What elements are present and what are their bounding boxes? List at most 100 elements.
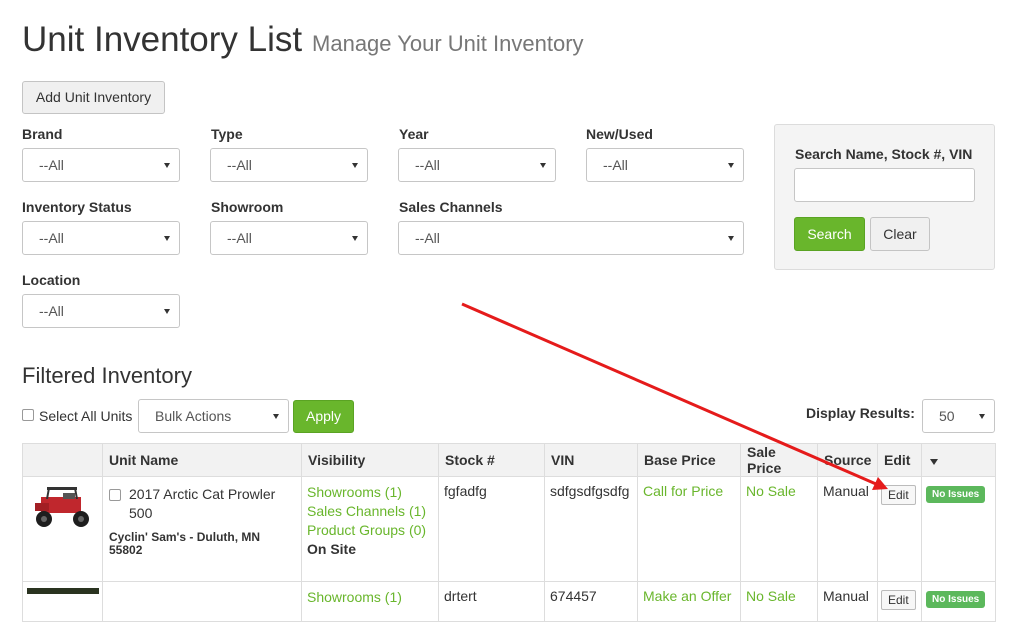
- caret-down-icon: [540, 163, 546, 168]
- unit-name-cell: 2017 Arctic Cat Prowler 500 Cyclin' Sam'…: [102, 476, 302, 582]
- status-badge: No Issues: [926, 591, 986, 608]
- search-input[interactable]: [794, 168, 975, 202]
- page-header: Unit Inventory List Manage Your Unit Inv…: [22, 20, 584, 60]
- apply-button[interactable]: Apply: [293, 400, 354, 433]
- sales-channels-select-value: --All: [415, 230, 440, 246]
- showroom-select-value: --All: [227, 230, 252, 246]
- caret-down-icon: [164, 309, 170, 314]
- source-cell: Manual: [817, 581, 878, 622]
- sales-channels-link[interactable]: Sales Channels (1): [307, 502, 433, 521]
- location-select-value: --All: [39, 303, 64, 319]
- display-results-label: Display Results:: [806, 405, 915, 421]
- base-price-cell: Call for Price: [637, 476, 741, 582]
- dealer-location: Cyclin' Sam's - Duluth, MN 55802: [109, 530, 261, 557]
- type-select-value: --All: [227, 157, 252, 173]
- brand-select-value: --All: [39, 157, 64, 173]
- base-price-header[interactable]: Base Price: [637, 443, 741, 477]
- product-groups-link[interactable]: Product Groups (0): [307, 521, 433, 540]
- unit-status: On Site: [307, 541, 357, 557]
- inventory-status-select-value: --All: [39, 230, 64, 246]
- year-select-value: --All: [415, 157, 440, 173]
- visibility-header[interactable]: Visibility: [301, 443, 439, 477]
- edit-header: Edit: [877, 443, 922, 477]
- inventory-status-select[interactable]: --All: [22, 221, 180, 255]
- type-select[interactable]: --All: [210, 148, 368, 182]
- source-cell: Manual: [817, 476, 878, 582]
- new-used-select[interactable]: --All: [586, 148, 744, 182]
- location-select[interactable]: --All: [22, 294, 180, 328]
- bulk-actions-select[interactable]: Bulk Actions: [138, 399, 289, 433]
- base-price-cell: Make an Offer: [637, 581, 741, 622]
- thumbnail-cell: [22, 476, 103, 582]
- select-all-checkbox[interactable]: [22, 409, 34, 421]
- vin-cell: sdfgsdfgsdfg: [544, 476, 638, 582]
- unit-name-header[interactable]: Unit Name: [102, 443, 302, 477]
- search-panel: Search Name, Stock #, VIN Search Clear: [774, 124, 995, 270]
- filtered-inventory-title: Filtered Inventory: [22, 363, 192, 388]
- vin-header[interactable]: VIN: [544, 443, 638, 477]
- clear-button[interactable]: Clear: [870, 217, 930, 251]
- search-label: Search Name, Stock #, VIN: [795, 146, 973, 162]
- table-row: 2017 Arctic Cat Prowler 500 Cyclin' Sam'…: [22, 476, 996, 582]
- showrooms-link[interactable]: Showrooms (1): [307, 483, 433, 502]
- showrooms-link[interactable]: Showrooms (1): [307, 588, 433, 607]
- caret-down-icon: [352, 163, 358, 168]
- year-select[interactable]: --All: [398, 148, 556, 182]
- edit-cell: Edit: [877, 476, 922, 582]
- edit-button[interactable]: Edit: [881, 485, 916, 505]
- caret-down-icon: [352, 236, 358, 241]
- inventory-status-label: Inventory Status: [22, 199, 132, 215]
- vin-cell: 674457: [544, 581, 638, 622]
- source-header[interactable]: Source: [817, 443, 878, 477]
- unit-thumbnail-image[interactable]: [27, 588, 99, 594]
- inventory-table: Unit Name Visibility Stock # VIN Base Pr…: [22, 443, 996, 622]
- sales-channels-label: Sales Channels: [399, 199, 503, 215]
- location-label: Location: [22, 272, 81, 288]
- page-title: Unit Inventory List: [22, 20, 303, 59]
- thumbnail-header: [22, 443, 103, 477]
- select-all-label: Select All Units: [39, 408, 133, 424]
- showroom-select[interactable]: --All: [210, 221, 368, 255]
- bulk-actions-value: Bulk Actions: [155, 408, 232, 424]
- status-badge-cell: No Issues: [921, 581, 996, 622]
- sale-price-link[interactable]: No Sale: [746, 588, 796, 604]
- table-row: Showrooms (1) drtert 674457 Make an Offe…: [22, 581, 996, 622]
- column-menu-header[interactable]: [921, 443, 996, 477]
- search-button[interactable]: Search: [794, 217, 865, 251]
- sales-channels-select[interactable]: --All: [398, 221, 744, 255]
- new-used-select-value: --All: [603, 157, 628, 173]
- page-subtitle: Manage Your Unit Inventory: [312, 31, 584, 56]
- base-price-link[interactable]: Call for Price: [643, 483, 723, 499]
- type-label: Type: [211, 126, 243, 142]
- year-label: Year: [399, 126, 429, 142]
- unit-thumbnail-image[interactable]: [27, 483, 99, 533]
- visibility-cell: Showrooms (1): [301, 581, 439, 622]
- stock-header[interactable]: Stock #: [438, 443, 545, 477]
- caret-down-icon: [164, 163, 170, 168]
- brand-select[interactable]: --All: [22, 148, 180, 182]
- row-checkbox[interactable]: [109, 489, 121, 501]
- edit-cell: Edit: [877, 581, 922, 622]
- thumbnail-cell: [22, 581, 103, 622]
- add-unit-inventory-button[interactable]: Add Unit Inventory: [22, 81, 165, 114]
- base-price-link[interactable]: Make an Offer: [643, 588, 731, 604]
- display-results-select[interactable]: 50: [922, 399, 995, 433]
- stock-cell: fgfadfg: [438, 476, 545, 582]
- caret-down-icon: [273, 414, 279, 419]
- caret-down-icon: [728, 236, 734, 241]
- sale-price-cell: No Sale: [740, 476, 818, 582]
- edit-button[interactable]: Edit: [881, 590, 916, 610]
- brand-label: Brand: [22, 126, 63, 142]
- status-badge: No Issues: [926, 486, 986, 503]
- table-header-row: Unit Name Visibility Stock # VIN Base Pr…: [22, 443, 996, 477]
- sale-price-cell: No Sale: [740, 581, 818, 622]
- stock-cell: drtert: [438, 581, 545, 622]
- showroom-label: Showroom: [211, 199, 284, 215]
- display-results-value: 50: [939, 408, 955, 424]
- visibility-cell: Showrooms (1) Sales Channels (1) Product…: [301, 476, 439, 582]
- caret-down-icon: [728, 163, 734, 168]
- sale-price-link[interactable]: No Sale: [746, 483, 796, 499]
- sale-price-header[interactable]: Sale Price: [740, 443, 818, 477]
- unit-name-link[interactable]: 2017 Arctic Cat Prowler 500: [129, 485, 295, 523]
- caret-down-icon[interactable]: [930, 459, 938, 465]
